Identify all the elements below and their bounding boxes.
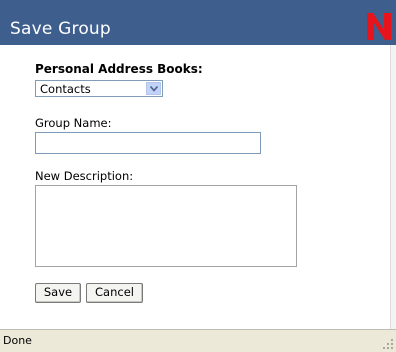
group-name-input[interactable] [35, 132, 261, 154]
dropdown-button[interactable] [146, 82, 161, 95]
cancel-button[interactable]: Cancel [86, 283, 143, 303]
group-name-label: Group Name: [35, 116, 112, 130]
window-right-edge [390, 45, 396, 345]
status-text: Done [3, 334, 32, 347]
address-books-label: Personal Address Books: [35, 62, 203, 76]
novell-logo [367, 13, 391, 40]
description-textarea[interactable] [35, 185, 297, 267]
description-label: New Description: [35, 169, 134, 183]
resize-grip-icon[interactable] [382, 338, 394, 350]
chevron-down-icon [150, 86, 158, 92]
address-book-selected-value: Contacts [40, 82, 91, 96]
save-button[interactable]: Save [35, 283, 81, 303]
dialog-titlebar: Save Group [0, 0, 396, 45]
address-book-select[interactable]: Contacts [35, 80, 163, 97]
dialog-title: Save Group [10, 19, 111, 39]
status-bar: Done [0, 329, 396, 352]
